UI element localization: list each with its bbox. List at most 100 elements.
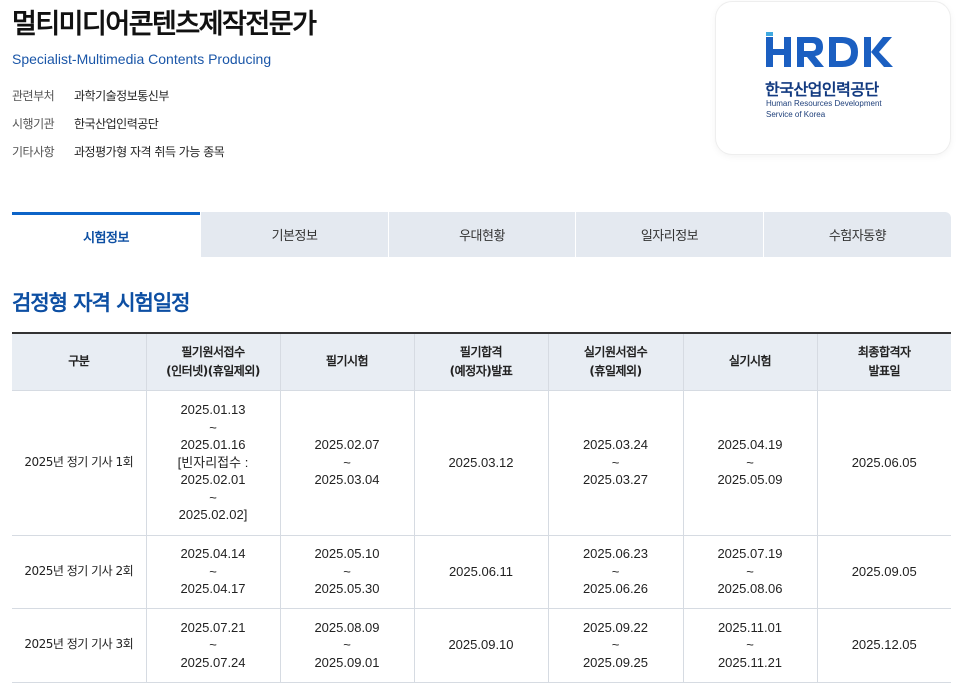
cell-line: 2025.03.04 — [314, 472, 380, 488]
cell-round: 2025년 정기 기사 3회 — [12, 607, 147, 683]
cell-line: 2025.09.01 — [314, 654, 380, 670]
header-line: 구분 — [68, 354, 90, 369]
cell-written-apply: 2025.04.14 ~2025.04.17 — [145, 534, 281, 609]
header-final-pass: 최종합격자 발표일 — [816, 333, 951, 391]
header-line: (인터넷)(휴일제외) — [166, 363, 260, 378]
page-subtitle: Specialist-Multimedia Contents Producing — [12, 51, 272, 67]
cell-line: 2025.09.05 — [851, 563, 917, 579]
cell-written-apply: 2025.07.21 ~2025.07.24 — [145, 607, 281, 683]
cell-line: ~ — [611, 637, 620, 653]
header-line: 최종합격자 — [857, 344, 911, 359]
tab-bar: 시험정보 기본정보 우대현황 일자리정보 수험자동향 — [12, 212, 951, 257]
tab-job-info[interactable]: 일자리정보 — [575, 212, 763, 257]
header-line: 필기합격 — [459, 344, 503, 359]
cell-line: ~ — [746, 637, 754, 653]
cell-line: ~ — [209, 419, 217, 435]
cell-line: ~ — [209, 563, 217, 579]
cell-line: 2025.03.12 — [448, 454, 514, 470]
cell-written-exam: 2025.05.10 ~2025.05.30 — [279, 534, 415, 609]
cell-written-pass: 2025.03.12 — [413, 389, 549, 536]
cell-line: ~ — [209, 489, 217, 505]
cell-line: 2025.02.01 — [180, 472, 246, 488]
cell-line: 2025.04.19 — [717, 437, 783, 453]
cell-practical-apply: 2025.09.22 ~2025.09.25 — [547, 607, 684, 683]
cell-practical-exam: 2025.04.19 ~2025.05.09 — [682, 389, 818, 536]
cell-line: 2025.01.16 — [180, 437, 246, 453]
cell-line: ~ — [746, 454, 754, 470]
cell-line: ~ — [209, 637, 217, 653]
cell-line: 2025.09.10 — [448, 637, 514, 653]
page-title: 멀티미디어콘텐츠제작전문가 — [12, 9, 317, 40]
cell-line: 2025.05.10 — [314, 546, 380, 562]
exam-schedule-table: 구분 필기원서접수 (인터넷)(휴일제외) 필기시험 필기합격 (예정자)발표 실기원서접수… — [12, 332, 951, 683]
info-row-agency: 시행기관 한국산업인력공단 — [12, 109, 712, 137]
cell-round: 2025년 정기 기사 1회 — [12, 389, 147, 536]
cell-written-apply: 2025.01.13 ~2025.01.16 [빈자리접수 :2025.02.01 ~… — [145, 389, 281, 536]
header-practical-apply: 실기원서접수 (휴일제외) — [547, 333, 684, 391]
cell-line: ~ — [611, 454, 620, 470]
tab-basic-info[interactable]: 기본정보 — [200, 212, 388, 257]
table-body: 2025년 정기 기사 1회 2025.01.13 ~2025.01.16 [빈자리접… — [12, 389, 951, 683]
tab-exam-info[interactable]: 시험정보 — [12, 212, 200, 257]
logo-english-line1: Human Resources Development — [766, 99, 882, 108]
cell-practical-exam: 2025.11.01 ~2025.11.21 — [682, 607, 818, 683]
header-practical-exam: 실기시험 — [682, 333, 818, 391]
qualification-header: 멀티미디어콘텐츠제작전문가 Specialist-Multimedia Cont… — [12, 0, 712, 165]
hrdk-logo-card: 한국산업인력공단 Human Resources Development Ser… — [716, 2, 950, 154]
info-label: 시행기관 — [12, 116, 55, 131]
cell-line: 2025.11.01 — [717, 619, 783, 635]
cell-practical-apply: 2025.06.23 ~2025.06.26 — [547, 534, 684, 609]
cell-line: 2025.08.09 — [314, 619, 380, 635]
cell-line: 2025.06.26 — [582, 581, 649, 597]
table-header-row: 구분 필기원서접수 (인터넷)(휴일제외) 필기시험 필기합격 (예정자)발표 실기원서접수… — [12, 333, 951, 391]
cell-line: 2025.08.06 — [717, 581, 783, 597]
cell-line: 2025.11.21 — [717, 654, 783, 670]
cell-line: 2025.02.02] — [178, 507, 248, 523]
cell-line: ~ — [611, 563, 620, 579]
cell-final-pass: 2025.12.05 — [816, 607, 951, 683]
cell-line: 2025.04.17 — [180, 581, 246, 597]
cell-written-exam: 2025.02.07 ~2025.03.04 — [279, 389, 415, 536]
table-row: 2025년 정기 기사 1회 2025.01.13 ~2025.01.16 [빈자리접… — [12, 389, 951, 536]
cell-line: 2025.06.23 — [582, 546, 649, 562]
cell-line: ~ — [343, 454, 351, 470]
info-value: 과정평가형 자격 취득 가능 종목 — [74, 144, 225, 159]
logo-english-line2: Service of Korea — [766, 110, 826, 119]
cell-line: ~ — [746, 563, 754, 579]
tab-preference-status[interactable]: 우대현황 — [388, 212, 575, 257]
cell-line: 2025.06.11 — [448, 563, 514, 579]
cell-line: 2025.09.22 — [582, 619, 649, 635]
header-written-pass: 필기합격 (예정자)발표 — [413, 333, 549, 391]
cell-round: 2025년 정기 기사 2회 — [12, 534, 147, 609]
info-value: 과학기술정보통신부 — [74, 88, 169, 103]
cell-line: 2025.06.05 — [851, 454, 917, 470]
table-row: 2025년 정기 기사 2회 2025.04.14 ~2025.04.17 2025.… — [12, 534, 951, 609]
hrdk-logo-icon — [766, 32, 893, 67]
header-written-exam: 필기시험 — [279, 333, 415, 391]
header-line: (휴일제외) — [589, 363, 642, 378]
cell-practical-apply: 2025.03.24 ~2025.03.27 — [547, 389, 684, 536]
header-round: 구분 — [12, 333, 147, 391]
info-row-ministry: 관련부처 과학기술정보통신부 — [12, 81, 712, 109]
cell-written-exam: 2025.08.09 ~2025.09.01 — [279, 607, 415, 683]
cell-line: 2025.05.30 — [314, 581, 380, 597]
cell-final-pass: 2025.09.05 — [816, 534, 951, 609]
cell-written-pass: 2025.09.10 — [413, 607, 549, 683]
cell-final-pass: 2025.06.05 — [816, 389, 951, 536]
cell-practical-exam: 2025.07.19 ~2025.08.06 — [682, 534, 818, 609]
header-line: 필기시험 — [325, 354, 369, 369]
cell-line: [빈자리접수 : — [177, 454, 249, 470]
header-line: 실기시험 — [728, 354, 772, 369]
cell-line: 2025.03.27 — [582, 472, 649, 488]
cell-line: 2025.02.07 — [314, 437, 380, 453]
info-list: 관련부처 과학기술정보통신부 시행기관 한국산업인력공단 기타사항 과정평가형 … — [12, 81, 712, 165]
cell-line: 2025.07.19 — [717, 546, 783, 562]
cell-line: 2025.12.05 — [851, 637, 917, 653]
header-line: 실기원서접수 — [583, 344, 648, 359]
cell-line: 2025.04.14 — [180, 546, 246, 562]
tab-examinee-trends[interactable]: 수험자동향 — [763, 212, 951, 257]
header-line: 필기원서접수 — [181, 344, 245, 359]
header-written-apply: 필기원서접수 (인터넷)(휴일제외) — [145, 333, 281, 391]
info-label: 기타사항 — [12, 144, 55, 159]
section-title: 검정형 자격 시험일정 — [12, 291, 191, 315]
